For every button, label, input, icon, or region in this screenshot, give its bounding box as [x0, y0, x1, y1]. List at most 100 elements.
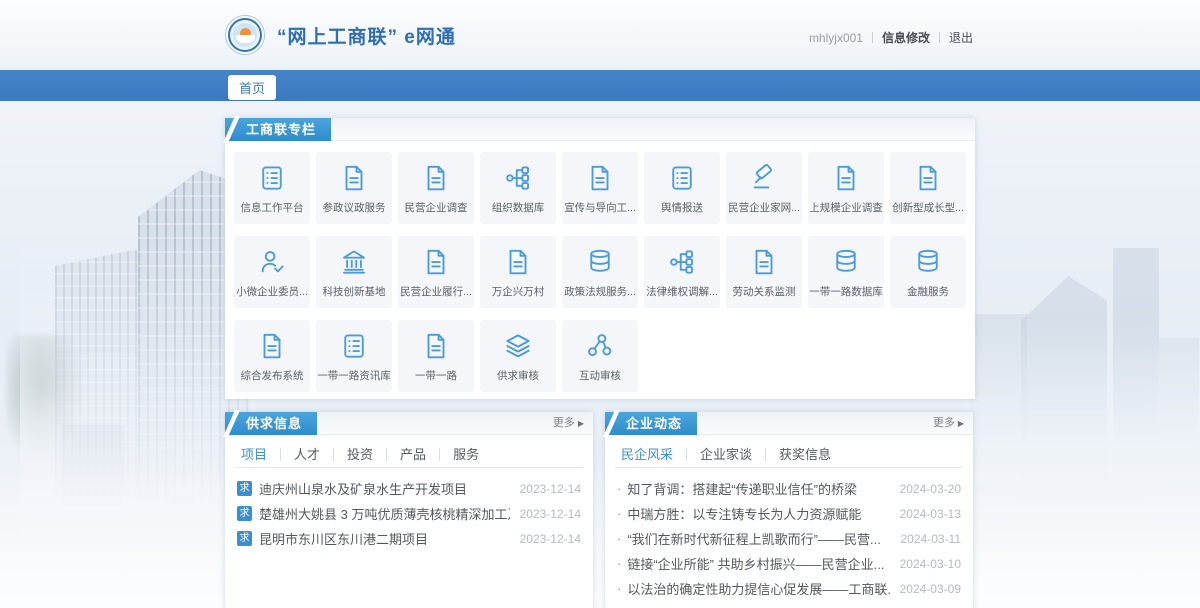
service-tile-label: 民营企业家网... [728, 200, 800, 215]
item-title: 楚雄州大姚县 3 万吨优质薄壳核桃精深加工及科... [259, 504, 510, 523]
news-list-item[interactable]: ·以法治的确定性助力提信心促发展——工商联...2024-03-09 [617, 576, 961, 601]
tab-news-0[interactable]: 民企风采 [615, 448, 686, 461]
service-tile[interactable]: 民营企业履行... [398, 236, 474, 308]
service-tile[interactable]: 信息工作平台 [234, 152, 310, 224]
item-date: 2024-03-11 [901, 532, 962, 546]
service-tile[interactable]: 小微企业委员... [234, 236, 310, 308]
book-icon [236, 35, 255, 43]
bank-icon [339, 247, 369, 277]
service-tile[interactable]: 政策法规服务... [562, 236, 638, 308]
tab-supply-4[interactable]: 服务 [439, 448, 492, 461]
tab-supply-3[interactable]: 产品 [386, 448, 439, 461]
service-tile-label: 法律维权调解... [646, 284, 718, 299]
item-title: 迪庆州山泉水及矿泉水生产开发项目 [259, 479, 510, 498]
document-icon [749, 247, 779, 277]
news-list-item[interactable]: ·知了背调：搭建起“传递职业信任”的桥梁2024-03-20 [617, 476, 961, 501]
section-title-news: 企业动态 [605, 412, 697, 435]
section-title-supply: 供求信息 [225, 412, 317, 435]
supply-demand-panel: 供求信息 更多▶ 项目人才投资产品服务 求迪庆州山泉水及矿泉水生产开发项目 202… [225, 412, 593, 608]
gavel-icon [749, 163, 779, 193]
item-title: 昆明市东川区东川港二期项目 [259, 529, 510, 548]
news-list-item[interactable]: ·“我们在新时代新征程上凯歌而行”——民营...2024-03-11 [617, 526, 961, 551]
service-tile[interactable]: 金融服务 [890, 236, 966, 308]
service-tile[interactable]: 宣传与导向工... [562, 152, 638, 224]
services-panel: 工商联专栏 信息工作平台 参政议政服务民营企业调查组织数据库宣传与导向工... 舆情… [225, 118, 975, 399]
logout-link[interactable]: 退出 [949, 29, 973, 46]
service-tile[interactable]: 互动审核 [562, 320, 638, 392]
service-tile[interactable]: 综合发布系统 [234, 320, 310, 392]
hierarchy-icon [503, 163, 533, 193]
nav-tab-home[interactable]: 首页 [228, 75, 276, 100]
service-tile-label: 信息工作平台 [241, 200, 304, 215]
news-list-item[interactable]: ·中瑞方胜：以专注铸专长为人力资源赋能2024-03-13 [617, 501, 961, 526]
item-title: 知了背调：搭建起“传递职业信任”的桥梁 [627, 479, 889, 498]
supply-list-item[interactable]: 求楚雄州大姚县 3 万吨优质薄壳核桃精深加工及科...2023-12-14 [237, 501, 581, 526]
bullet-icon: · [617, 556, 621, 571]
database-icon [585, 247, 615, 277]
tab-supply-1[interactable]: 人才 [280, 448, 333, 461]
supply-more-link[interactable]: 更多▶ [553, 412, 584, 435]
bg-skyline-tower [1021, 276, 1107, 481]
document-icon [421, 163, 451, 193]
supply-list-item[interactable]: 求昆明市东川区东川港二期项目2023-12-14 [237, 526, 581, 551]
service-tile-label: 一带一路 [415, 368, 457, 383]
tab-supply-0[interactable]: 项目 [235, 448, 280, 461]
document-icon [913, 163, 943, 193]
supply-panel-header: 供求信息 更多▶ [225, 412, 593, 435]
share-icon [585, 331, 615, 361]
list-icon [257, 163, 287, 193]
service-tile-label: 一带一路数据库 [809, 284, 883, 299]
divider [939, 32, 940, 43]
service-tile[interactable]: 一带一路资讯库 [316, 320, 392, 392]
bg-fog [0, 458, 1200, 608]
layers-icon [503, 331, 533, 361]
service-tile-label: 政策法规服务... [564, 284, 636, 299]
bg-skyline-tower [969, 314, 1027, 479]
service-tile[interactable]: 上规模企业调查 [808, 152, 884, 224]
service-tile[interactable]: 参政议政服务 [316, 152, 392, 224]
service-tile[interactable]: 一带一路 [398, 320, 474, 392]
username: mhlyjx001 [809, 31, 863, 45]
tab-news-2[interactable]: 获奖信息 [765, 448, 844, 461]
tab-supply-2[interactable]: 投资 [333, 448, 386, 461]
modify-info-link[interactable]: 信息修改 [882, 29, 930, 46]
service-tile[interactable]: 组织数据库 [480, 152, 556, 224]
page-header: “网上工商联” e网通 mhlyjx001 信息修改 退出 [0, 0, 1200, 70]
news-more-link[interactable]: 更多▶ [933, 412, 964, 435]
service-tile[interactable]: 民营企业调查 [398, 152, 474, 224]
supply-item-list: 求迪庆州山泉水及矿泉水生产开发项目 2023-12-14 求楚雄州大姚县 3 万吨优… [237, 476, 581, 551]
service-tile-label: 小微企业委员... [236, 284, 308, 299]
tab-news-1[interactable]: 企业家谈 [686, 448, 765, 461]
supply-tab-bar: 项目人才投资产品服务 [235, 441, 583, 468]
service-tile[interactable]: 法律维权调解... [644, 236, 720, 308]
service-tile[interactable]: 供求审核 [480, 320, 556, 392]
news-list-item[interactable]: ·链接“企业所能” 共助乡村振兴——民营企业...2024-03-10 [617, 551, 961, 576]
item-title: 链接“企业所能” 共助乡村振兴——民营企业... [627, 554, 889, 573]
service-tile-label: 金融服务 [907, 284, 949, 299]
item-title: 中瑞方胜：以专注铸专长为人力资源赋能 [627, 504, 889, 523]
service-tile[interactable]: 民营企业家网... [726, 152, 802, 224]
supply-list-item[interactable]: 求迪庆州山泉水及矿泉水生产开发项目 2023-12-14 [237, 476, 581, 501]
service-tile-label: 舆情报送 [661, 200, 703, 215]
request-badge: 求 [237, 506, 252, 521]
services-panel-header: 工商联专栏 [225, 118, 975, 141]
item-date: 2023-12-14 [520, 532, 581, 546]
service-tile[interactable]: 舆情报送 [644, 152, 720, 224]
bg-skyline-right [963, 248, 1200, 483]
service-tile-label: 互动审核 [579, 368, 621, 383]
service-tile-label: 参政议政服务 [323, 200, 386, 215]
service-tile-label: 综合发布系统 [241, 368, 304, 383]
service-tile[interactable]: 一带一路数据库 [808, 236, 884, 308]
service-tile[interactable]: 劳动关系监测 [726, 236, 802, 308]
service-tile[interactable]: 科技创新基地 [316, 236, 392, 308]
service-tile-label: 一带一路资讯库 [317, 368, 391, 383]
item-date: 2023-12-14 [520, 482, 581, 496]
database-icon [913, 247, 943, 277]
services-grid: 信息工作平台参政议政服务民营企业调查组织数据库宣传与导向工...舆情报送民营企业… [234, 152, 966, 392]
news-panel-header: 企业动态 更多▶ [605, 412, 973, 435]
request-badge: 求 [237, 481, 252, 496]
service-tile[interactable]: 创新型成长型... [890, 152, 966, 224]
database-icon [831, 247, 861, 277]
service-tile[interactable]: 万企兴万村 [480, 236, 556, 308]
service-tile-label: 供求审核 [497, 368, 539, 383]
